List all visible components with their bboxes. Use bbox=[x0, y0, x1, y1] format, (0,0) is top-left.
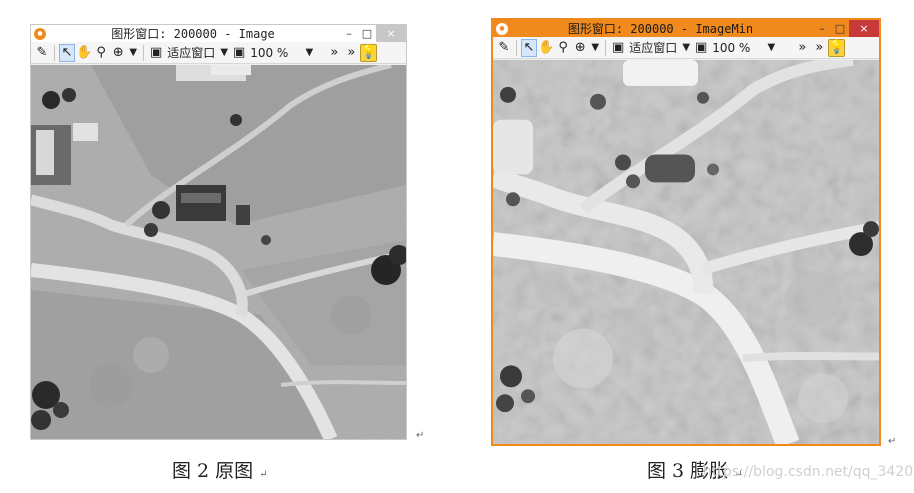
image-window-dilated: ● 图形窗口: 200000 - ImageMin – □ × ✎ ↖ ✋ ⚲ … bbox=[491, 18, 881, 446]
maximize-button[interactable]: □ bbox=[358, 25, 376, 42]
return-mark: ↵ bbox=[259, 469, 268, 480]
zoom-level-icon[interactable]: ▣ bbox=[231, 44, 247, 62]
edit-brush-icon[interactable]: ✎ bbox=[34, 44, 50, 62]
zoom-level-label[interactable]: 100 % bbox=[248, 44, 290, 62]
fit-window-label[interactable]: 适应窗口 bbox=[165, 44, 217, 62]
toolbar: ✎ ↖ ✋ ⚲ ⊕ ▼ ▣ 适应窗口 ▼ ▣ 100 % ▼ » » 💡 bbox=[31, 42, 406, 64]
title-bar[interactable]: ● 图形窗口: 200000 - ImageMin – □ × bbox=[493, 20, 879, 37]
image-canvas-dilated[interactable] bbox=[493, 60, 879, 444]
overflow-button[interactable]: » bbox=[343, 44, 359, 62]
caption-text: 图 2 原图 bbox=[172, 460, 254, 482]
aerial-image-original bbox=[31, 65, 406, 439]
chevron-down-icon[interactable]: ▼ bbox=[680, 39, 692, 57]
hand-pan-icon[interactable]: ✋ bbox=[76, 44, 92, 62]
title-bar[interactable]: ● 图形窗口: 200000 - Image – □ × bbox=[31, 25, 406, 42]
lightbulb-icon[interactable]: 💡 bbox=[360, 43, 378, 62]
close-button[interactable]: × bbox=[849, 20, 879, 37]
image-window-original: ● 图形窗口: 200000 - Image – □ × ✎ ↖ ✋ ⚲ ⊕ ▼… bbox=[30, 24, 407, 440]
hand-pan-icon[interactable]: ✋ bbox=[538, 39, 554, 57]
pointer-icon[interactable]: ↖ bbox=[521, 38, 537, 57]
zoom-in-icon[interactable]: ⊕ bbox=[110, 44, 126, 62]
zoom-level-icon[interactable]: ▣ bbox=[693, 39, 709, 57]
chevron-down-icon[interactable]: ▼ bbox=[589, 39, 601, 57]
window-title: 图形窗口: 200000 - Image bbox=[111, 27, 275, 41]
figure-caption-original: 图 2 原图 ↵ bbox=[172, 456, 268, 483]
chevron-down-icon[interactable]: ▼ bbox=[127, 44, 139, 62]
maximize-button[interactable]: □ bbox=[831, 20, 849, 37]
fit-window-icon[interactable]: ▣ bbox=[610, 39, 626, 57]
toolbar-divider bbox=[54, 44, 55, 61]
return-mark: ↵ bbox=[416, 430, 425, 441]
image-canvas-original[interactable] bbox=[31, 65, 406, 439]
watermark: https://blog.csdn.net/qq_34202873 bbox=[703, 464, 914, 480]
magnifier-icon[interactable]: ⚲ bbox=[555, 39, 571, 57]
zoom-in-icon[interactable]: ⊕ bbox=[572, 39, 588, 57]
chevron-down-icon[interactable]: ▼ bbox=[303, 44, 315, 62]
toolbar: ✎ ↖ ✋ ⚲ ⊕ ▼ ▣ 适应窗口 ▼ ▣ 100 % ▼ » » 💡 bbox=[493, 37, 879, 59]
toolbar-divider bbox=[143, 44, 145, 61]
overflow-button[interactable]: » bbox=[794, 39, 810, 57]
edit-brush-icon[interactable]: ✎ bbox=[496, 39, 512, 57]
toolbar-divider bbox=[605, 39, 607, 56]
fit-window-icon[interactable]: ▣ bbox=[148, 44, 164, 62]
return-mark: ↵ bbox=[888, 436, 897, 447]
fit-window-label[interactable]: 适应窗口 bbox=[627, 39, 679, 57]
minimize-button[interactable]: – bbox=[340, 25, 358, 42]
pointer-icon[interactable]: ↖ bbox=[59, 43, 75, 62]
toolbar-divider bbox=[516, 39, 517, 56]
chevron-down-icon[interactable]: ▼ bbox=[765, 39, 777, 57]
minimize-button[interactable]: – bbox=[813, 20, 831, 37]
close-button[interactable]: × bbox=[376, 25, 406, 42]
hd-logo-icon: ● bbox=[496, 22, 508, 35]
aerial-image-dilated bbox=[493, 60, 879, 444]
lightbulb-icon[interactable]: 💡 bbox=[828, 38, 846, 57]
magnifier-icon[interactable]: ⚲ bbox=[93, 44, 109, 62]
zoom-level-label[interactable]: 100 % bbox=[710, 39, 752, 57]
overflow-button[interactable]: » bbox=[326, 44, 342, 62]
overflow-button[interactable]: » bbox=[811, 39, 827, 57]
hd-logo-icon: ● bbox=[34, 27, 46, 40]
chevron-down-icon[interactable]: ▼ bbox=[218, 44, 230, 62]
window-title: 图形窗口: 200000 - ImageMin bbox=[567, 22, 754, 36]
